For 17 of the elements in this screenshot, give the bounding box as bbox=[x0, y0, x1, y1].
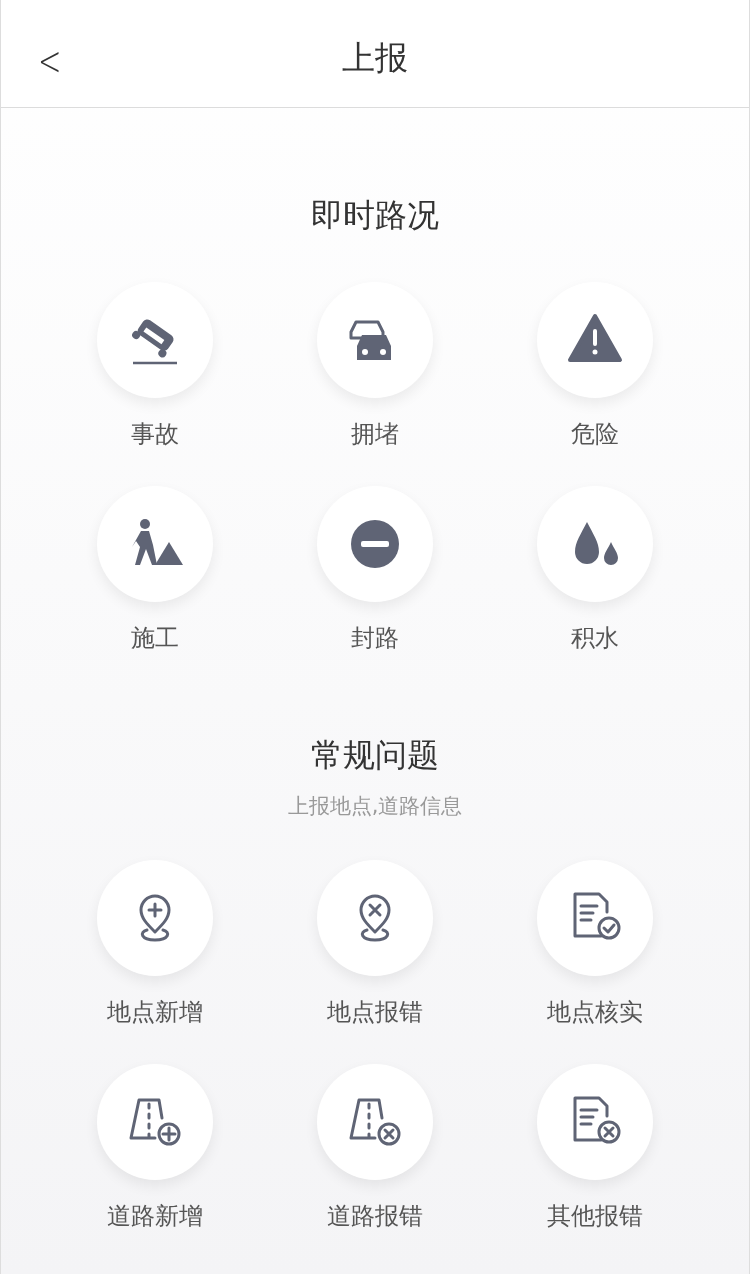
option-label: 道路新增 bbox=[107, 1201, 203, 1232]
option-label: 道路报错 bbox=[327, 1201, 423, 1232]
option-label: 施工 bbox=[131, 623, 179, 654]
option-label: 其他报错 bbox=[547, 1201, 643, 1232]
option-label: 积水 bbox=[571, 623, 619, 654]
option-label: 地点核实 bbox=[547, 997, 643, 1028]
section-title: 即时路况 bbox=[311, 195, 439, 236]
section-title: 常规问题 bbox=[311, 735, 439, 776]
section-subtitle: 上报地点,道路信息 bbox=[287, 793, 463, 820]
option-label: 事故 bbox=[131, 419, 179, 450]
option-label: 封路 bbox=[351, 623, 399, 654]
page-title: 上报 bbox=[342, 37, 408, 79]
option-label: 地点报错 bbox=[327, 997, 423, 1028]
option-label: 危险 bbox=[571, 419, 619, 450]
option-label: 拥堵 bbox=[351, 419, 399, 450]
back-button[interactable]: < bbox=[35, 38, 65, 84]
option-label: 地点新增 bbox=[107, 997, 203, 1028]
